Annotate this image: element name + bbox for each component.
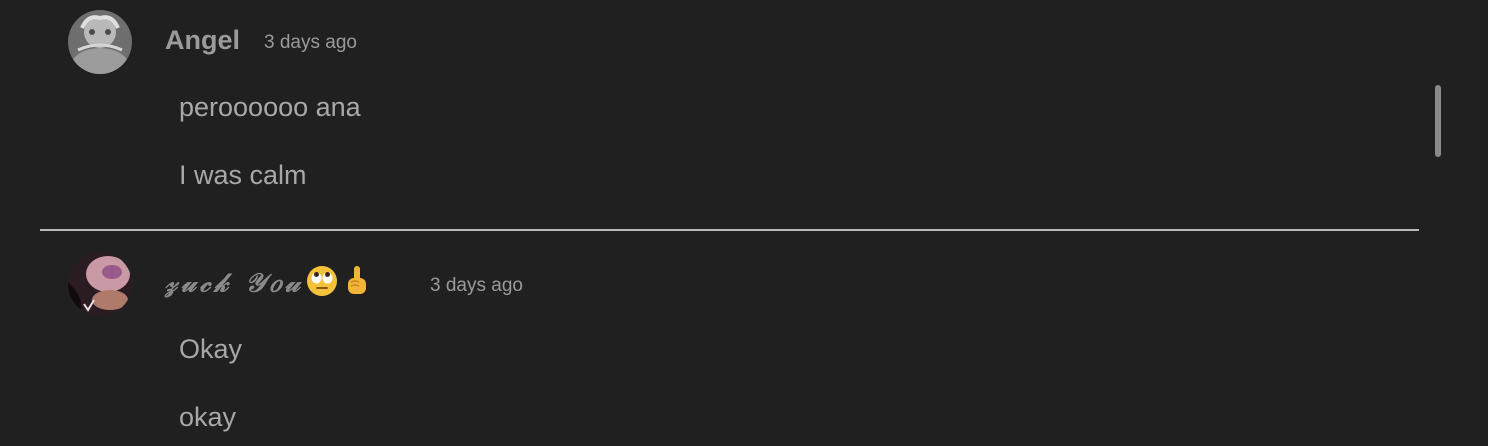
comment-text-line: Okay — [179, 334, 243, 364]
comment-text-line: peroooooo ana — [179, 92, 361, 122]
comment-timestamp: 3 days ago — [430, 275, 523, 296]
face-with-rolling-eyes-icon — [306, 265, 338, 304]
comment-text-line: okay — [179, 402, 237, 432]
comment-item: 𝓏𝓊𝒸𝓀 𝒴𝑜𝓊 3 days ago Okay okay — [0, 231, 1420, 446]
comment-text-line: I was calm — [179, 160, 307, 190]
scrollbar-thumb[interactable] — [1435, 85, 1441, 157]
middle-finger-icon — [344, 265, 370, 304]
comment-author[interactable]: Angel — [165, 25, 240, 56]
comment-item: Angel 3 days ago peroooooo ana I was cal… — [0, 0, 1420, 229]
comment-timestamp: 3 days ago — [264, 32, 357, 53]
comment-thread: Angel 3 days ago peroooooo ana I was cal… — [0, 0, 1488, 446]
avatar[interactable] — [68, 10, 132, 74]
avatar[interactable] — [68, 252, 132, 316]
comment-author-name: 𝓏𝓊𝒸𝓀 𝒴𝑜𝓊 — [165, 268, 304, 299]
comment-author[interactable]: 𝓏𝓊𝒸𝓀 𝒴𝑜𝓊 — [165, 265, 370, 304]
